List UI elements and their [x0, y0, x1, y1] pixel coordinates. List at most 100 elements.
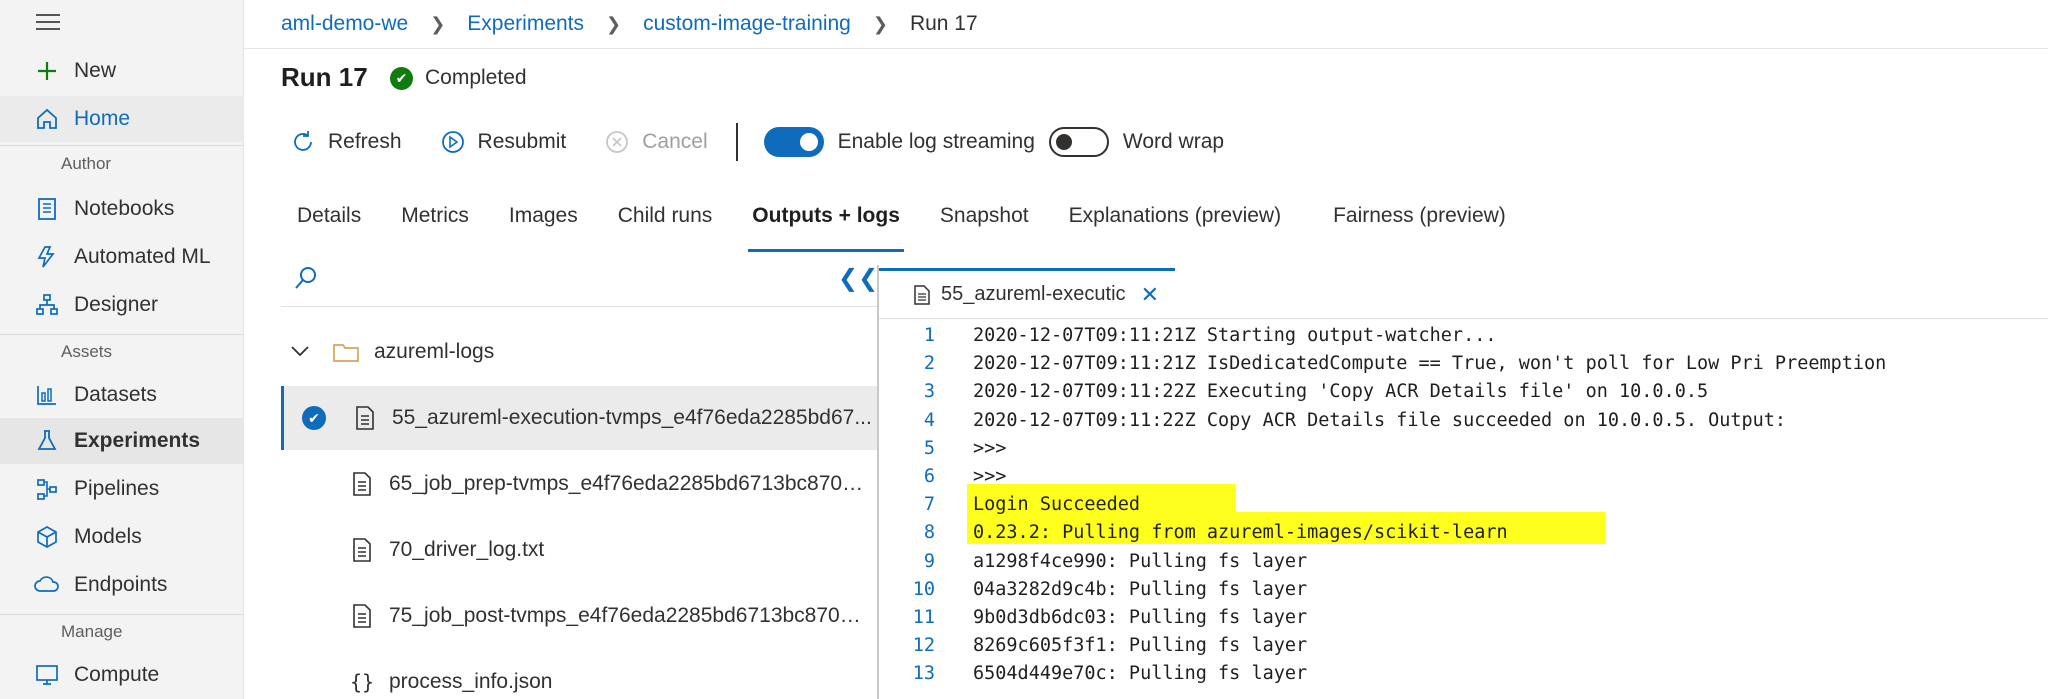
tab-fairness[interactable]: Fairness (preview) [1333, 204, 1506, 252]
line-number: 8 [923, 522, 935, 544]
designer-icon [34, 292, 60, 318]
editor-tab-label: 55_azureml-executic [941, 283, 1126, 305]
sidebar-divider [0, 334, 244, 335]
run-tabs: Details Metrics Images Child runs Output… [297, 204, 1546, 252]
word-wrap-label: Word wrap [1122, 130, 1225, 153]
sidebar-item-home[interactable]: Home [0, 96, 244, 142]
status-label: Completed [425, 66, 527, 89]
log-line: 5 >>> [879, 435, 2048, 463]
folder-label: azureml-logs [374, 340, 495, 363]
tab-images[interactable]: Images [509, 204, 578, 252]
sidebar-section-assets: Assets [61, 342, 113, 361]
file-item-selected[interactable]: ✔ 55_azureml-execution-tvmps_e4f76eda228… [281, 386, 877, 450]
sidebar-item-datasets[interactable]: Datasets [0, 372, 244, 418]
sidebar-item-label: Compute [74, 663, 160, 686]
tab-explanations[interactable]: Explanations (preview) [1069, 204, 1281, 252]
file-item[interactable]: 65_job_prep-tvmps_e4f76eda2285bd6713bc87… [281, 452, 877, 516]
chevron-down-icon [290, 340, 314, 364]
sidebar-item-designer[interactable]: Designer [0, 282, 244, 328]
folder-azureml-logs[interactable]: azureml-logs [290, 340, 494, 364]
sidebar-item-notebooks[interactable]: Notebooks [0, 186, 244, 232]
line-text: 2020-12-07T09:11:22Z Copy ACR Details fi… [973, 409, 1787, 431]
sidebar-item-automated-ml[interactable]: Automated ML [0, 234, 244, 280]
sidebar-item-models[interactable]: Models [0, 514, 244, 560]
refresh-label: Refresh [328, 130, 402, 153]
tab-snapshot[interactable]: Snapshot [940, 204, 1029, 252]
datasets-icon [34, 382, 60, 408]
line-number: 7 [923, 494, 935, 516]
toolbar-divider [735, 123, 738, 161]
line-text: 0.23.2: Pulling from azureml-images/scik… [973, 522, 1508, 544]
breadcrumb-experiment-link[interactable]: custom-image-training [643, 12, 851, 36]
log-line: 10 04a3282d9c4b: Pulling fs layer [879, 576, 2048, 604]
cancel-circle-icon [604, 129, 630, 155]
line-number: 11 [912, 606, 935, 628]
file-item[interactable]: 75_job_post-tvmps_e4f76eda2285bd6713bc87… [281, 584, 877, 648]
refresh-icon [290, 129, 316, 155]
hamburger-menu-icon[interactable] [36, 14, 60, 34]
header-divider [244, 48, 2048, 49]
document-icon [351, 470, 373, 498]
file-name: 75_job_post-tvmps_e4f76eda2285bd6713bc87… [389, 604, 869, 627]
log-streaming-toggle[interactable] [763, 127, 824, 157]
tab-outputs-logs[interactable]: Outputs + logs [748, 204, 904, 252]
editor-tab[interactable]: 55_azureml-executic ✕ [879, 268, 1175, 318]
sidebar-section-author: Author [61, 154, 112, 173]
cloud-icon [34, 572, 60, 598]
monitor-icon [34, 662, 60, 688]
resubmit-button[interactable]: Resubmit [440, 129, 566, 155]
sidebar-item-pipelines[interactable]: Pipelines [0, 466, 244, 512]
word-wrap-toggle[interactable] [1048, 127, 1109, 157]
log-line: 2 2020-12-07T09:11:21Z IsDedicatedCompute… [879, 350, 2048, 378]
sidebar-item-label: Automated ML [74, 245, 211, 268]
file-item[interactable]: 70_driver_log.txt [281, 518, 877, 582]
close-icon[interactable]: ✕ [1141, 282, 1159, 308]
sidebar-divider [0, 614, 244, 615]
chevron-right-icon: ❯ [872, 13, 888, 34]
sidebar-item-label: Datasets [74, 383, 157, 406]
refresh-button[interactable]: Refresh [290, 129, 402, 155]
sidebar-divider [0, 145, 244, 146]
collapse-panel-icon[interactable]: ❮❮ [838, 264, 878, 293]
line-text: 8269c605f3f1: Pulling fs layer [973, 635, 1308, 657]
checkmark-circle-icon: ✔ [302, 406, 326, 430]
file-name: process_info.json [389, 670, 553, 693]
folder-icon [332, 341, 360, 363]
json-braces-icon: {} [349, 670, 375, 694]
log-line: 13 6504d449e70c: Pulling fs layer [879, 660, 2048, 688]
search-icon[interactable] [292, 264, 320, 292]
sidebar-item-label: Endpoints [74, 573, 168, 596]
breadcrumb-workspace-link[interactable]: aml-demo-we [281, 12, 408, 36]
line-number: 2 [923, 353, 935, 375]
sidebar-item-new[interactable]: New [0, 48, 244, 94]
sidebar-item-experiments[interactable]: Experiments [0, 418, 244, 464]
sidebar-item-endpoints[interactable]: Endpoints [0, 562, 244, 608]
log-line: 3 2020-12-07T09:11:22Z Executing 'Copy AC… [879, 378, 2048, 406]
log-line: 9 a1298f4ce990: Pulling fs layer [879, 548, 2048, 576]
line-number: 13 [912, 663, 935, 685]
log-line: 12 8269c605f3f1: Pulling fs layer [879, 632, 2048, 660]
log-viewer[interactable]: 1 2020-12-07T09:11:21Z Starting output-wa… [879, 322, 2048, 699]
chevron-right-icon: ❯ [606, 13, 622, 34]
log-line: 1 2020-12-07T09:11:21Z Starting output-wa… [879, 322, 2048, 350]
cancel-label: Cancel [642, 130, 708, 153]
log-line: 6 >>> [879, 463, 2048, 491]
file-name: 70_driver_log.txt [389, 538, 545, 561]
log-line: 11 9b0d3db6dc03: Pulling fs layer [879, 604, 2048, 632]
sidebar-item-compute[interactable]: Compute [0, 652, 244, 698]
sidebar-item-label: Designer [74, 293, 159, 316]
line-number: 9 [923, 550, 935, 572]
tab-metrics[interactable]: Metrics [401, 204, 469, 252]
toolbar: Refresh Resubmit Cancel Enable log strea… [290, 123, 1225, 161]
file-item[interactable]: {} process_info.json [281, 650, 877, 699]
tab-child-runs[interactable]: Child runs [618, 204, 713, 252]
breadcrumb-experiments-link[interactable]: Experiments [467, 12, 584, 36]
line-text: >>> [973, 465, 1007, 487]
cancel-button[interactable]: Cancel [604, 129, 708, 155]
line-number: 4 [923, 409, 935, 431]
cube-icon [34, 524, 60, 550]
page-title: Run 17 [281, 62, 368, 92]
tab-details[interactable]: Details [297, 204, 361, 252]
line-text: 2020-12-07T09:11:21Z Starting output-wat… [973, 325, 1497, 346]
sidebar-item-label: Home [74, 107, 131, 130]
